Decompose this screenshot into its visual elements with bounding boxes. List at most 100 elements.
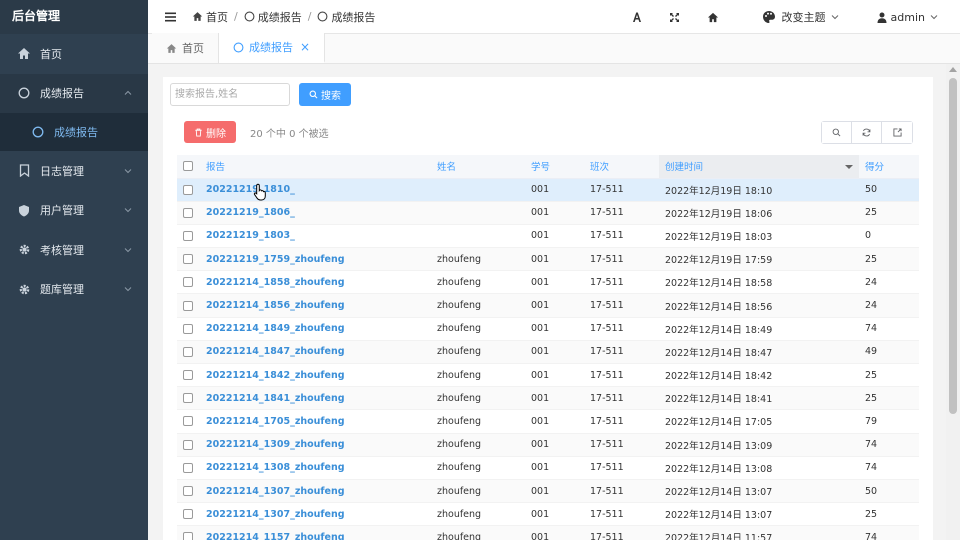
table-row[interactable]: 20221214_1307_zhoufeng zhoufeng 001 17-511 2… <box>177 479 919 504</box>
font-size-icon[interactable] <box>630 10 644 24</box>
sidebar-item-assessment[interactable]: 考核管理 <box>0 230 148 270</box>
row-checkbox[interactable] <box>183 370 193 381</box>
shield-icon <box>16 202 32 218</box>
row-checkbox[interactable] <box>183 462 193 473</box>
home-icon[interactable] <box>706 10 720 24</box>
cell-report[interactable]: 20221214_1847_zhoufeng <box>200 340 431 365</box>
table-row[interactable]: 20221214_1858_zhoufeng zhoufeng 001 17-511 2… <box>177 270 919 295</box>
table-row[interactable]: 20221214_1842_zhoufeng zhoufeng 001 17-511 2… <box>177 363 919 388</box>
cell-name: zhoufeng <box>431 363 525 388</box>
cell-report[interactable]: 20221214_1849_zhoufeng <box>200 317 431 341</box>
table-row[interactable]: 20221214_1157_zhoufeng zhoufeng 001 17-511 2… <box>177 525 919 540</box>
delete-button[interactable]: 删除 <box>184 121 236 143</box>
cell-score: 49 <box>859 340 919 365</box>
row-checkbox[interactable] <box>183 439 193 450</box>
table-row[interactable]: 20221214_1308_zhoufeng zhoufeng 001 17-511 2… <box>177 456 919 480</box>
user-menu-button[interactable]: admin <box>877 11 938 24</box>
table-row[interactable]: 20221214_1847_zhoufeng zhoufeng 001 17-511 2… <box>177 340 919 365</box>
col-report[interactable]: 报告 <box>200 155 431 179</box>
fullscreen-icon[interactable] <box>668 10 682 24</box>
cell-created-time: 2022年12月19日 17:59 <box>659 247 859 272</box>
search-button[interactable]: 搜索 <box>299 83 351 106</box>
breadcrumb-report-group[interactable]: 成绩报告 <box>244 9 302 25</box>
cell-report[interactable]: 20221214_1705_zhoufeng <box>200 409 431 434</box>
sidebar-item-users[interactable]: 用户管理 <box>0 191 148 231</box>
home-icon <box>192 12 203 21</box>
row-checkbox[interactable] <box>183 207 193 218</box>
sidebar-subitem-report[interactable]: 成绩报告 <box>0 113 148 151</box>
table-row[interactable]: 20221219_1803_ 001 17-511 2022年12月19日 18:03… <box>177 224 919 249</box>
scroll-up-icon[interactable] <box>949 67 957 72</box>
table-row[interactable]: 20221214_1309_zhoufeng zhoufeng 001 17-511 2… <box>177 433 919 457</box>
page-scrollbar[interactable] <box>946 64 960 540</box>
breadcrumb-home[interactable]: 首页 <box>192 9 228 25</box>
cell-report[interactable]: 20221219_1806_ <box>200 201 431 225</box>
table-row[interactable]: 20221214_1856_zhoufeng zhoufeng 001 17-511 2… <box>177 293 919 318</box>
refresh-button[interactable] <box>852 122 882 143</box>
row-checkbox[interactable] <box>183 277 193 288</box>
sidebar-item-report[interactable]: 成绩报告 <box>0 73 148 113</box>
table-row[interactable]: 20221214_1307_zhoufeng zhoufeng 001 17-511 2… <box>177 502 919 527</box>
close-tab-icon[interactable]: × <box>300 40 310 54</box>
table-row[interactable]: 20221219_1759_zhoufeng zhoufeng 001 17-511 2… <box>177 247 919 272</box>
row-checkbox[interactable] <box>183 323 193 334</box>
cell-name: zhoufeng <box>431 409 525 434</box>
tab-home[interactable]: 首页 <box>152 33 219 63</box>
table-row[interactable]: 20221214_1849_zhoufeng zhoufeng 001 17-511 2… <box>177 317 919 341</box>
col-class[interactable]: 班次 <box>584 155 659 179</box>
row-checkbox-cell <box>177 201 200 225</box>
hamburger-menu-icon[interactable] <box>164 10 178 24</box>
cell-report[interactable]: 20221219_1759_zhoufeng <box>200 247 431 272</box>
cell-name: zhoufeng <box>431 317 525 341</box>
cell-report[interactable]: 20221219_1803_ <box>200 224 431 249</box>
cell-report[interactable]: 20221214_1308_zhoufeng <box>200 456 431 480</box>
row-checkbox[interactable] <box>183 254 193 265</box>
cell-score: 25 <box>859 201 919 225</box>
cell-student-id: 001 <box>525 525 584 540</box>
row-checkbox[interactable] <box>183 184 193 195</box>
export-button[interactable] <box>882 122 912 143</box>
row-checkbox[interactable] <box>183 300 193 311</box>
cell-report[interactable]: 20221214_1307_zhoufeng <box>200 502 431 527</box>
cell-report[interactable]: 20221214_1157_zhoufeng <box>200 525 431 540</box>
tab-report[interactable]: 成绩报告 × <box>219 33 326 63</box>
col-name[interactable]: 姓名 <box>431 155 525 179</box>
table-row[interactable]: 20221214_1841_zhoufeng zhoufeng 001 17-511 2… <box>177 386 919 411</box>
row-checkbox[interactable] <box>183 346 193 357</box>
cell-name: zhoufeng <box>431 247 525 272</box>
row-checkbox[interactable] <box>183 532 193 540</box>
row-checkbox[interactable] <box>183 230 193 241</box>
cell-created-time: 2022年12月14日 18:56 <box>659 293 859 318</box>
col-student-id[interactable]: 学号 <box>525 155 584 179</box>
row-checkbox[interactable] <box>183 416 193 427</box>
breadcrumb-report-current: 成绩报告 <box>317 9 375 25</box>
cell-created-time: 2022年12月14日 18:41 <box>659 386 859 411</box>
row-checkbox[interactable] <box>183 393 193 404</box>
col-created-time[interactable]: 创建时间 <box>659 155 859 179</box>
toggle-search-button[interactable] <box>822 122 852 143</box>
scrollbar-thumb[interactable] <box>949 78 957 414</box>
cell-report[interactable]: 20221214_1841_zhoufeng <box>200 386 431 411</box>
row-checkbox[interactable] <box>183 486 193 497</box>
cell-report[interactable]: 20221214_1856_zhoufeng <box>200 293 431 318</box>
table-row[interactable]: 20221219_1810_ 001 17-511 2022年12月19日 18:10… <box>177 178 919 202</box>
cell-report[interactable]: 20221214_1309_zhoufeng <box>200 433 431 457</box>
col-score[interactable]: 得分 <box>859 155 919 179</box>
cell-report[interactable]: 20221214_1858_zhoufeng <box>200 270 431 295</box>
sidebar-item-questions[interactable]: 题库管理 <box>0 270 148 310</box>
cell-report[interactable]: 20221219_1810_ <box>200 178 431 202</box>
cell-report[interactable]: 20221214_1307_zhoufeng <box>200 479 431 504</box>
cell-report[interactable]: 20221214_1842_zhoufeng <box>200 363 431 388</box>
cell-name: zhoufeng <box>431 479 525 504</box>
row-checkbox[interactable] <box>183 509 193 520</box>
table-row[interactable]: 20221214_1705_zhoufeng zhoufeng 001 17-511 2… <box>177 409 919 434</box>
sidebar-item-label: 题库管理 <box>40 283 84 297</box>
select-all-checkbox[interactable] <box>183 161 193 172</box>
export-icon <box>892 128 902 137</box>
search-input[interactable] <box>170 83 290 106</box>
table-row[interactable]: 20221219_1806_ 001 17-511 2022年12月19日 18:06… <box>177 201 919 225</box>
change-theme-button[interactable]: 改变主题 <box>762 9 839 25</box>
sidebar-item-logs[interactable]: 日志管理 <box>0 151 148 191</box>
sidebar-item-home[interactable]: 首页 <box>0 34 148 74</box>
cell-student-id: 001 <box>525 224 584 249</box>
